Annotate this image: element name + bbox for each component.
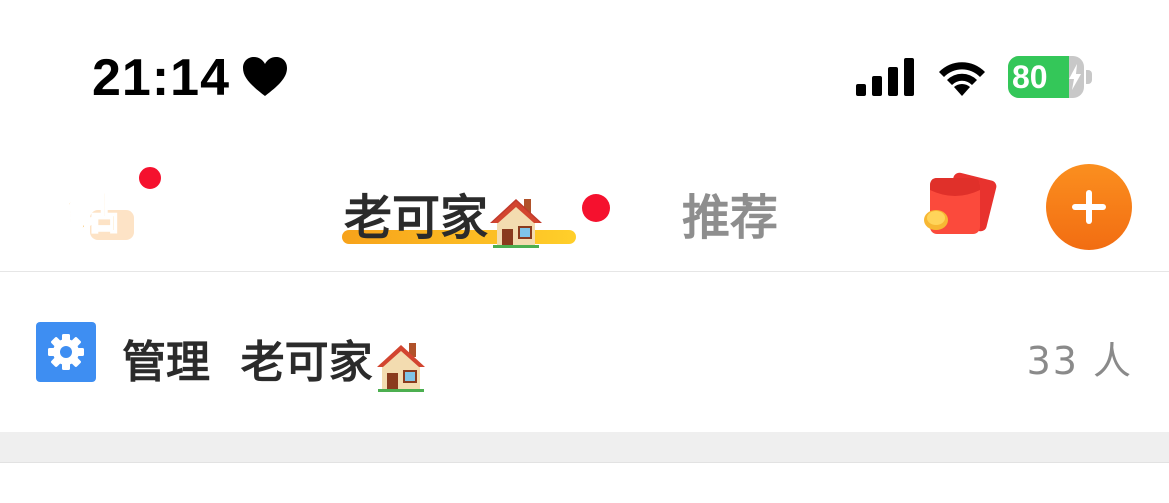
separator-line — [0, 462, 1169, 463]
chaohua-logo-button[interactable]: 超话 — [29, 170, 140, 242]
settings-gear-icon — [48, 334, 84, 370]
wifi-icon — [939, 62, 985, 96]
signal-icon — [856, 58, 914, 96]
status-bar: 21:14 80 — [0, 0, 1169, 140]
settings-tile — [36, 322, 96, 382]
manage-prefix: 管理 — [122, 337, 210, 388]
section-separator — [0, 432, 1169, 462]
tab-notification-dot — [582, 194, 610, 222]
manage-name: 老可家 — [240, 337, 373, 388]
battery-cap — [1086, 70, 1092, 84]
tab-label: 老可家 — [344, 190, 489, 246]
battery-indicator: 80 — [1008, 56, 1092, 98]
red-packet-icon[interactable] — [922, 172, 1000, 242]
house-icon — [376, 343, 425, 392]
manage-title: 管理 老可家 — [122, 326, 429, 393]
heart-icon — [243, 57, 287, 96]
status-time: 21:14 — [92, 49, 230, 107]
chaohua-logo-text: 超话 — [29, 184, 121, 240]
add-button[interactable] — [1046, 164, 1132, 250]
notification-dot — [136, 164, 164, 192]
charging-bolt-icon — [1069, 64, 1081, 90]
tab-recommend[interactable]: 推荐 — [682, 178, 778, 248]
house-icon — [490, 199, 543, 248]
member-count: 33 人 — [1026, 339, 1133, 383]
tab-laokejia[interactable]: 老可家 — [344, 178, 544, 249]
battery-level: 80 — [1012, 59, 1048, 95]
